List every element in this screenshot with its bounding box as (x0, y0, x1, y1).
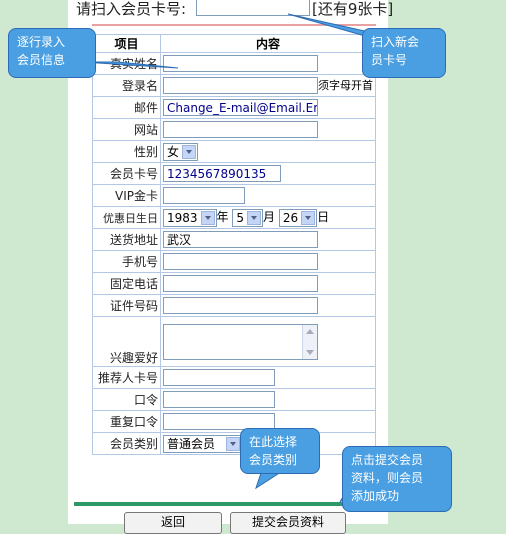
hobby-textarea[interactable] (163, 323, 318, 360)
remaining-cards-text: [还有9张卡] (312, 0, 394, 18)
login-hint: 须字母开首 (318, 79, 373, 92)
gender-value: 女 (167, 144, 180, 159)
label-id-no: 证件号码 (92, 294, 161, 317)
year-value: 1983 (167, 210, 198, 225)
scan-card-label: 请扫入会员卡号: (76, 0, 187, 18)
label-referrer: 推荐人卡号 (92, 366, 161, 389)
col-header-content: 内容 (160, 34, 376, 53)
day-value: 26 (282, 210, 299, 225)
table-row: 兴趣爱好 (92, 316, 376, 367)
table-row: 性别 女 (92, 140, 376, 163)
vip-input[interactable] (163, 187, 245, 204)
label-hobby: 兴趣爱好 (92, 316, 161, 367)
scan-card-input[interactable] (196, 0, 310, 16)
address-input[interactable]: 武汉 (163, 231, 318, 248)
table-row: 送货地址 武汉 (92, 228, 376, 251)
chevron-down-icon[interactable] (301, 210, 316, 225)
login-input[interactable] (163, 77, 318, 94)
password-input[interactable] (163, 391, 275, 408)
member-type-select[interactable]: 普通会员 (163, 434, 242, 453)
table-row: 会员卡号 1234567890135 (92, 162, 376, 185)
label-vip: VIP金卡 (92, 184, 161, 207)
chevron-down-icon[interactable] (225, 436, 240, 451)
card-no-input[interactable]: 1234567890135 (163, 165, 281, 182)
table-row: 优惠日生日 1983 年 5 月 26 日 (92, 206, 376, 229)
year-unit: 年 (216, 210, 229, 225)
referrer-input[interactable] (163, 369, 275, 386)
col-header-item: 项目 (92, 34, 161, 53)
day-select[interactable]: 26 (278, 208, 318, 227)
label-phone: 固定电话 (92, 272, 161, 295)
table-row: 会员类别 普通会员 (92, 432, 376, 455)
callout-submit-hint: 点击提交会员 资料，则会员 添加成功 (342, 446, 452, 512)
table-row: 推荐人卡号 (92, 366, 376, 389)
table-row: 口令 (92, 388, 376, 411)
table-row: 邮件 Change_E-mail@Email.Er (92, 96, 376, 119)
label-email: 邮件 (92, 96, 161, 119)
chevron-down-icon[interactable] (200, 210, 215, 225)
table-row: 网站 (92, 118, 376, 141)
label-member-type: 会员类别 (92, 432, 161, 455)
table-row: 证件号码 (92, 294, 376, 317)
table-row: 重复口令 (92, 410, 376, 433)
month-unit: 月 (263, 210, 276, 225)
callout-enter-info: 逐行录入 会员信息 (8, 28, 96, 78)
website-input[interactable] (163, 121, 318, 138)
chevron-down-icon[interactable] (182, 144, 197, 159)
label-password-repeat: 重复口令 (92, 410, 161, 433)
divider (92, 24, 376, 26)
callout-choose-type: 在此选择 会员类别 (240, 428, 320, 474)
table-row: 手机号 (92, 250, 376, 273)
gender-select[interactable]: 女 (163, 142, 199, 161)
table-row: 登录名 须字母开首 (92, 74, 376, 97)
id-no-input[interactable] (163, 297, 318, 314)
scrollbar[interactable] (302, 324, 317, 359)
label-birthday: 优惠日生日 (92, 206, 161, 229)
label-gender: 性别 (92, 140, 161, 163)
phone-input[interactable] (163, 275, 318, 292)
submit-button[interactable]: 提交会员资料 (230, 512, 346, 534)
mobile-input[interactable] (163, 253, 318, 270)
label-card-no: 会员卡号 (92, 162, 161, 185)
chevron-down-icon[interactable] (247, 210, 262, 225)
table-row: 真实姓名 (92, 52, 376, 75)
reset-button[interactable]: 返回 (124, 512, 222, 534)
month-select[interactable]: 5 (232, 208, 264, 227)
email-input[interactable]: Change_E-mail@Email.Er (163, 99, 318, 116)
member-form-table: 项目 内容 真实姓名 登录名 须字母开首 邮件 Change_E-mail@Em… (92, 34, 376, 455)
year-select[interactable]: 1983 (163, 208, 217, 227)
table-row: VIP金卡 (92, 184, 376, 207)
green-divider (74, 502, 384, 506)
label-password: 口令 (92, 388, 161, 411)
label-login: 登录名 (92, 74, 161, 97)
label-mobile: 手机号 (92, 250, 161, 273)
label-realname: 真实姓名 (92, 52, 161, 75)
month-value: 5 (236, 210, 245, 225)
label-website: 网站 (92, 118, 161, 141)
realname-input[interactable] (163, 55, 318, 72)
member-type-value: 普通会员 (167, 436, 216, 451)
callout-scan-card: 扫入新会 员卡号 (362, 28, 446, 78)
table-row: 固定电话 (92, 272, 376, 295)
label-address: 送货地址 (92, 228, 161, 251)
day-unit: 日 (317, 210, 330, 225)
